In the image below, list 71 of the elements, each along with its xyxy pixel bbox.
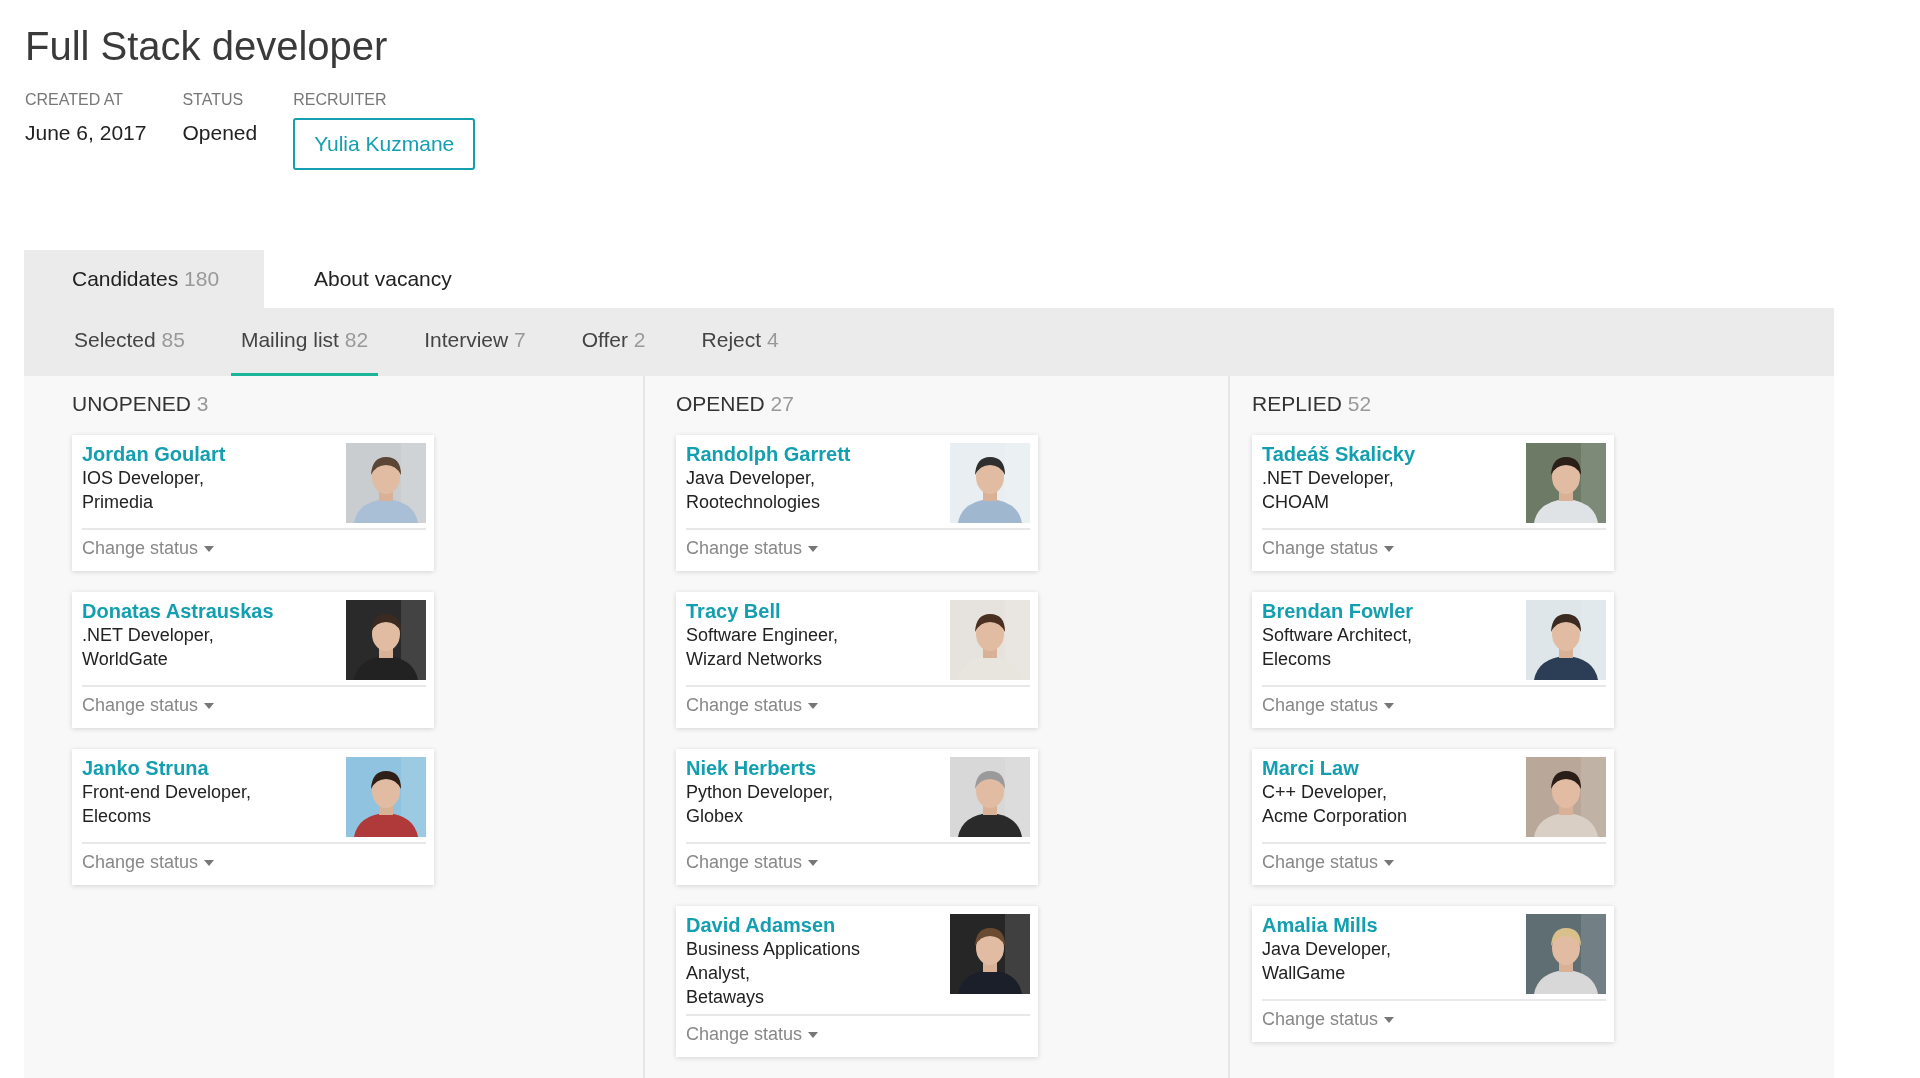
caret-icon <box>1384 702 1395 709</box>
tab[interactable]: Candidates 180 <box>24 250 264 308</box>
caret-icon <box>808 859 819 866</box>
candidate-company: Betaways <box>686 986 766 1009</box>
change-status-dropdown[interactable]: Change status <box>686 852 819 873</box>
change-status-dropdown[interactable]: Change status <box>686 1024 819 1045</box>
change-status-dropdown[interactable]: Change status <box>1262 538 1395 559</box>
candidate-name-link[interactable]: Niek Herberts <box>686 757 901 780</box>
candidate-company: Globex <box>686 805 745 828</box>
candidate-company: Primedia <box>82 491 155 514</box>
change-status-dropdown[interactable]: Change status <box>1262 852 1395 873</box>
change-status-dropdown[interactable]: Change status <box>686 538 819 559</box>
candidate-name-link[interactable]: Amalia Mills <box>1262 914 1477 937</box>
field-value: Opened <box>182 121 258 145</box>
caret-icon <box>1384 1016 1395 1023</box>
candidate-name-link[interactable]: Tadeáš Skalicky <box>1262 443 1477 466</box>
candidate-role: Java Developer, <box>1262 938 1393 961</box>
page-title: Full Stack developer <box>25 24 389 69</box>
candidate-role: Java Developer, <box>686 467 817 490</box>
candidate-name-link[interactable]: Marci Law <box>1262 757 1477 780</box>
subtab[interactable]: Selected 85 <box>64 308 195 376</box>
candidate-role: IOS Developer, <box>82 467 206 490</box>
caret-icon <box>808 702 819 709</box>
change-status-dropdown[interactable]: Change status <box>82 538 215 559</box>
candidate-role: Software Engineer, <box>686 624 840 647</box>
change-status-dropdown[interactable]: Change status <box>82 695 215 716</box>
candidate-role: C++ Developer, <box>1262 781 1389 804</box>
candidate-name-link[interactable]: Jordan Goulart <box>82 443 297 466</box>
subtab[interactable]: Interview 7 <box>414 308 536 376</box>
caret-icon <box>808 545 819 552</box>
candidate-role: Front-end Developer, <box>82 781 253 804</box>
field-label: CREATED AT <box>25 91 125 109</box>
candidate-name-link[interactable]: Tracy Bell <box>686 600 901 623</box>
candidate-role: .NET Developer, <box>1262 467 1395 490</box>
recruiter-button[interactable]: Yulia Kuzmane <box>293 118 476 170</box>
caret-icon <box>204 859 215 866</box>
candidate-company: Rootechnologies <box>686 491 822 514</box>
candidate-role: .NET Developer, <box>82 624 215 647</box>
candidate-name-link[interactable]: Janko Struna <box>82 757 297 780</box>
candidate-company: WorldGate <box>82 648 169 671</box>
subtab[interactable]: Reject 4 <box>691 308 789 376</box>
candidate-role: Python Developer, <box>686 781 835 804</box>
caret-icon <box>808 1031 819 1038</box>
caret-icon <box>204 545 215 552</box>
caret-icon <box>204 702 215 709</box>
caret-icon <box>1384 545 1395 552</box>
candidate-name-link[interactable]: David Adamsen <box>686 914 901 937</box>
column-heading: UNOPENED 3 <box>72 392 209 416</box>
candidate-company: Wizard Networks <box>686 648 824 671</box>
candidate-company: CHOAM <box>1262 491 1330 514</box>
change-status-dropdown[interactable]: Change status <box>1262 695 1395 716</box>
change-status-dropdown[interactable]: Change status <box>82 852 215 873</box>
field-label: RECRUITER <box>293 91 388 109</box>
candidate-name-link[interactable]: Donatas Astrauskas <box>82 600 297 623</box>
candidate-company: WallGame <box>1262 962 1347 985</box>
candidate-name-link[interactable]: Randolph Garrett <box>686 443 901 466</box>
candidate-company: Acme Corporation <box>1262 805 1409 828</box>
column-heading: OPENED 27 <box>676 392 794 416</box>
candidate-company: Elecoms <box>1262 648 1333 671</box>
field-value: June 6, 2017 <box>25 121 147 145</box>
candidate-role: Software Architect, <box>1262 624 1414 647</box>
candidate-company: Elecoms <box>82 805 153 828</box>
change-status-dropdown[interactable]: Change status <box>1262 1009 1395 1030</box>
candidate-name-link[interactable]: Brendan Fowler <box>1262 600 1477 623</box>
candidate-role: Business Applications Analyst, <box>686 938 862 985</box>
subtab[interactable]: Offer 2 <box>571 308 656 376</box>
caret-icon <box>1384 859 1395 866</box>
change-status-dropdown[interactable]: Change status <box>686 695 819 716</box>
tab[interactable]: About vacancy <box>264 250 506 308</box>
column-heading: REPLIED 52 <box>1252 392 1372 416</box>
field-label: STATUS <box>182 91 245 109</box>
